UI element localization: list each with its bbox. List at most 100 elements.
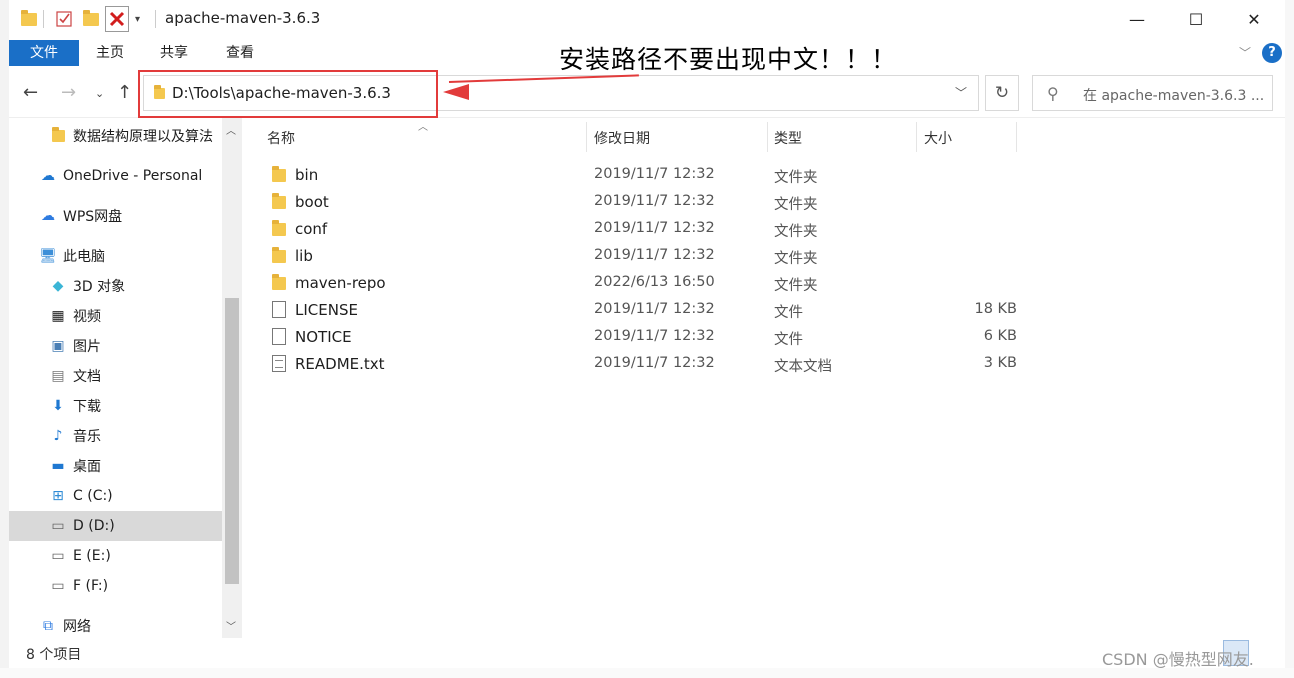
picture-icon: ▣ — [51, 338, 65, 354]
scrollbar-thumb[interactable] — [225, 298, 239, 584]
column-divider[interactable] — [916, 122, 917, 152]
column-header-name[interactable]: 名称 — [267, 128, 295, 148]
drive-icon: ⊞ — [52, 488, 64, 504]
column-header-type[interactable]: 类型 — [774, 128, 802, 148]
sidebar-item-drive-f[interactable]: ▭ F (F:) — [9, 571, 222, 601]
column-header-size[interactable]: 大小 — [924, 128, 952, 148]
sidebar-item-label: 桌面 — [73, 459, 101, 475]
file-type: 文件夹 — [774, 197, 818, 213]
file-type: 文件夹 — [774, 251, 818, 267]
sidebar-item-documents[interactable]: ▤ 文档 — [9, 361, 222, 391]
tab-file[interactable]: 文件 — [9, 40, 79, 66]
cloud-icon: ☁ — [41, 208, 55, 224]
forward-arrow-icon[interactable]: → — [61, 82, 76, 103]
scroll-up-chevron-icon[interactable]: ︿ — [226, 122, 236, 137]
sidebar-item-label: D (D:) — [73, 518, 115, 534]
watermark: CSDN @慢热型网友. — [1102, 650, 1254, 669]
sidebar-item-desktop[interactable]: ▬ 桌面 — [9, 451, 222, 481]
sidebar-item-folder[interactable]: 数据结构原理以及算法 — [9, 121, 222, 151]
maximize-button[interactable]: ☐ — [1173, 6, 1219, 32]
search-placeholder: 在 apache-maven-3.6.3 ... — [1083, 88, 1265, 104]
tab-home[interactable]: 主页 — [82, 40, 138, 66]
file-name: README.txt — [295, 355, 385, 373]
file-date: 2019/11/7 12:32 — [594, 193, 715, 209]
sidebar-item-label: C (C:) — [73, 488, 113, 504]
delete-icon[interactable] — [105, 6, 129, 32]
ribbon-tabs: 文件 主页 共享 查看 安装路径不要出现中文！！！ ﹀ ? — [9, 38, 1285, 74]
download-icon: ⬇ — [52, 398, 64, 414]
recent-locations-chevron-icon[interactable]: ⌄ — [95, 87, 104, 100]
sidebar-item-drive-d[interactable]: ▭ D (D:) — [9, 511, 222, 541]
file-icon — [272, 301, 286, 322]
up-arrow-icon[interactable]: ↑ — [117, 82, 132, 103]
address-dropdown-chevron-icon[interactable]: ﹀ — [955, 84, 967, 101]
file-row[interactable]: lib 2019/11/7 12:32 文件夹 — [267, 243, 1027, 270]
sidebar-item-wps[interactable]: ☁ WPS网盘 — [9, 201, 222, 231]
file-row[interactable]: maven-repo 2022/6/13 16:50 文件夹 — [267, 270, 1027, 297]
scroll-down-chevron-icon[interactable]: ﹀ — [226, 618, 236, 633]
help-icon[interactable]: ? — [1262, 43, 1282, 63]
column-divider[interactable] — [1016, 122, 1017, 152]
file-row[interactable]: boot 2019/11/7 12:32 文件夹 — [267, 189, 1027, 216]
sidebar-item-drive-e[interactable]: ▭ E (E:) — [9, 541, 222, 571]
title-separator-2 — [155, 10, 156, 28]
file-name: lib — [295, 247, 313, 265]
file-row[interactable]: LICENSE 2019/11/7 12:32 文件 18 KB — [267, 297, 1027, 324]
file-size: 3 KB — [983, 355, 1017, 371]
sidebar-item-pictures[interactable]: ▣ 图片 — [9, 331, 222, 361]
folder-icon — [49, 127, 67, 144]
search-field[interactable]: ⚲ 在 apache-maven-3.6.3 ... — [1032, 75, 1273, 111]
sidebar-item-drive-c[interactable]: ⊞ C (C:) — [9, 481, 222, 511]
back-arrow-icon[interactable]: ← — [23, 82, 38, 103]
sidebar-item-label: 网络 — [63, 619, 91, 635]
customize-toolbar-chevron-icon[interactable]: ▾ — [135, 8, 140, 30]
folder-icon — [272, 247, 286, 267]
column-header-date[interactable]: 修改日期 — [594, 128, 650, 148]
minimize-button[interactable]: — — [1114, 6, 1160, 32]
properties-icon[interactable] — [55, 8, 73, 30]
sidebar-item-this-pc[interactable]: 🖥 此电脑 — [9, 241, 222, 271]
quick-access-folder-icon[interactable] — [21, 8, 37, 30]
column-headers: ︿ 名称 修改日期 类型 大小 — [245, 118, 1285, 154]
search-icon: ⚲ — [1047, 84, 1059, 103]
item-count: 8 个项目 — [26, 647, 82, 663]
sort-indicator-icon: ︿ — [418, 122, 428, 133]
file-row[interactable]: NOTICE 2019/11/7 12:32 文件 6 KB — [267, 324, 1027, 351]
navigation-pane-scrollbar[interactable]: ︿ ﹀ — [222, 118, 242, 638]
sidebar-item-3d[interactable]: ◆ 3D 对象 — [9, 271, 222, 301]
sidebar-item-network[interactable]: ⧉ 网络 — [9, 611, 222, 638]
tab-share[interactable]: 共享 — [146, 40, 202, 66]
sidebar-item-label: 视频 — [73, 309, 101, 325]
drive-icon: ▭ — [51, 518, 65, 534]
file-date: 2019/11/7 12:32 — [594, 220, 715, 236]
sidebar-item-label: E (E:) — [73, 548, 111, 564]
file-name: bin — [295, 166, 319, 184]
folder-icon — [272, 193, 286, 213]
sidebar-item-onedrive[interactable]: ☁ OneDrive - Personal — [9, 161, 222, 191]
file-row[interactable]: README.txt 2019/11/7 12:32 文本文档 3 KB — [267, 351, 1027, 378]
sidebar-item-music[interactable]: ♪ 音乐 — [9, 421, 222, 451]
tab-view[interactable]: 查看 — [212, 40, 268, 66]
file-date: 2019/11/7 12:32 — [594, 328, 715, 344]
column-divider[interactable] — [586, 122, 587, 152]
refresh-button[interactable]: ↻ — [985, 75, 1019, 111]
cloud-icon: ☁ — [41, 168, 55, 184]
text-file-icon — [272, 355, 286, 376]
new-folder-icon[interactable] — [83, 8, 99, 30]
expand-ribbon-chevron-icon[interactable]: ﹀ — [1239, 44, 1251, 61]
file-row[interactable]: conf 2019/11/7 12:32 文件夹 — [267, 216, 1027, 243]
sidebar-item-label: WPS网盘 — [63, 209, 123, 225]
file-row[interactable]: bin 2019/11/7 12:32 文件夹 — [267, 162, 1027, 189]
music-icon: ♪ — [53, 428, 63, 444]
file-date: 2019/11/7 12:32 — [594, 355, 715, 371]
file-type: 文件 — [774, 332, 803, 348]
sidebar-item-label: 3D 对象 — [73, 279, 126, 295]
sidebar-item-videos[interactable]: ▦ 视频 — [9, 301, 222, 331]
file-date: 2019/11/7 12:32 — [594, 301, 715, 317]
close-button[interactable]: ✕ — [1231, 6, 1277, 32]
annotation-arrow-head — [443, 84, 469, 100]
sidebar-item-downloads[interactable]: ⬇ 下载 — [9, 391, 222, 421]
column-divider[interactable] — [767, 122, 768, 152]
file-type: 文件夹 — [774, 224, 818, 240]
file-type: 文件夹 — [774, 170, 818, 186]
